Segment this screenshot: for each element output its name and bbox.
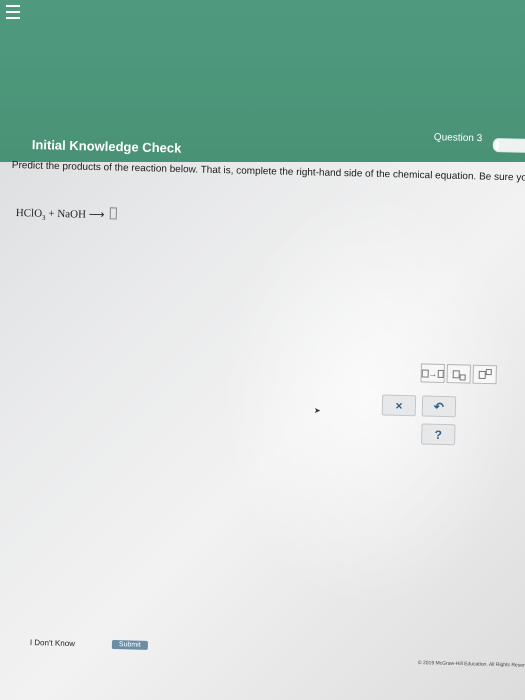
progress-bar — [492, 138, 525, 154]
reaction-arrow-icon[interactable]: → — [420, 363, 445, 383]
copyright-text: © 2019 McGraw-Hill Education. All Rights… — [417, 660, 525, 669]
reaction-arrow: ⟶ — [88, 208, 105, 222]
progress-fill — [494, 140, 499, 151]
close-icon[interactable]: × — [381, 394, 417, 417]
help-icon[interactable]: ? — [421, 423, 456, 446]
equation-toolbar: → × ↶ ? — [361, 362, 497, 451]
question-label: Question 3 — [433, 132, 483, 145]
subscript-icon[interactable] — [446, 364, 471, 384]
undo-icon[interactable]: ↶ — [421, 395, 457, 418]
question-prompt: Predict the products of the reaction bel… — [11, 160, 525, 186]
dont-know-button[interactable]: I Don't Know — [30, 638, 75, 648]
mouse-pointer-icon: ➤ — [313, 406, 321, 416]
reactant-2: NaOH — [57, 208, 87, 221]
chemical-equation: HClO3 + NaOH ⟶ — [16, 205, 117, 224]
reactant-1-subscript: 3 — [41, 213, 46, 222]
answer-input[interactable] — [109, 207, 117, 220]
plus-sign: + — [48, 207, 55, 220]
submit-button[interactable]: Submit — [111, 640, 148, 650]
hamburger-icon[interactable] — [6, 5, 20, 19]
reactant-1: HClO — [15, 206, 43, 220]
superscript-icon[interactable] — [472, 364, 497, 385]
